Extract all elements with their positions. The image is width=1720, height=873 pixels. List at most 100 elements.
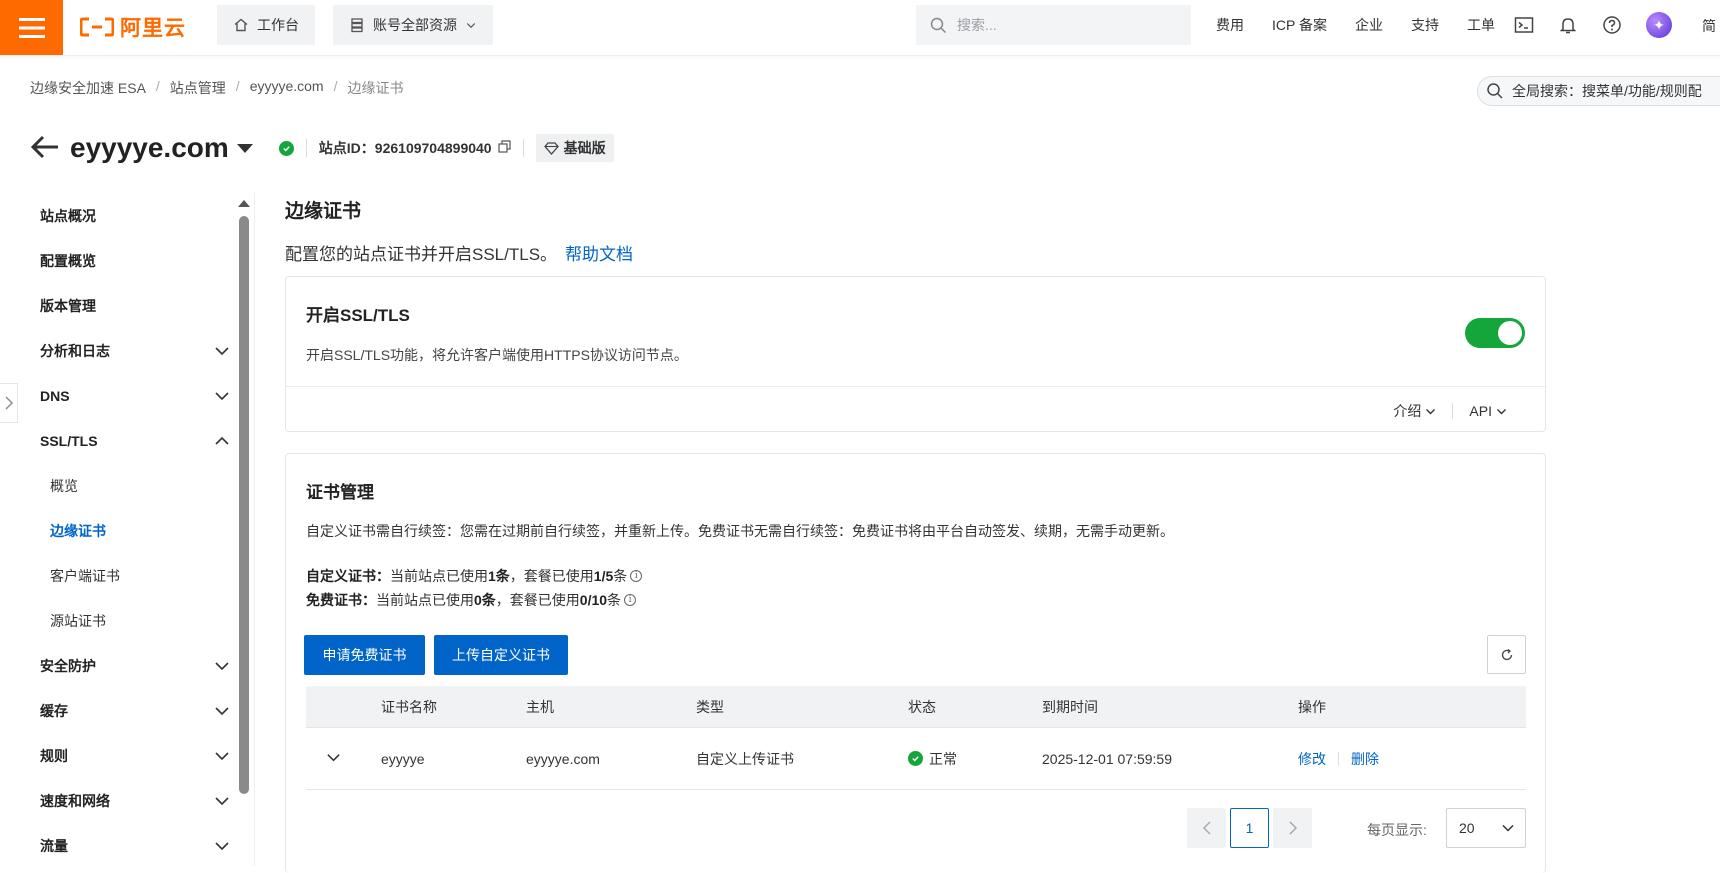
ssl-tls-card: 开启SSL/TLS 开启SSL/TLS功能，将允许客户端使用HTTPS协议访问节… [285, 276, 1546, 432]
breadcrumb-esa[interactable]: 边缘安全加速 ESA [30, 78, 146, 98]
free-cert-quota: 0/10 [579, 592, 608, 608]
chevron-down-icon [1426, 408, 1436, 414]
sidebar-item-origin-certificates[interactable]: 源站证书 [50, 609, 240, 633]
expand-row-icon[interactable] [326, 750, 341, 768]
per-page-value: 20 [1459, 820, 1475, 836]
breadcrumb-current: 边缘证书 [347, 80, 404, 96]
page-number[interactable]: 1 [1230, 808, 1269, 848]
breadcrumb-site-management[interactable]: 站点管理 [170, 78, 226, 98]
sidebar-item-label: 流量 [40, 838, 68, 854]
sidebar-item-rules[interactable]: 规则 [40, 744, 230, 768]
aliyun-logo[interactable]: 阿里云 [80, 12, 186, 42]
custom-cert-used: 1条 [488, 568, 510, 584]
top-links: 费用 ICP 备案 企业 支持 工单 [1216, 0, 1495, 50]
help-docs-link[interactable]: 帮助文档 [565, 245, 633, 264]
ticket-link[interactable]: 工单 [1467, 15, 1495, 35]
home-icon [234, 18, 248, 32]
copy-icon[interactable] [497, 140, 511, 156]
search-input[interactable]: 搜索... [916, 5, 1191, 45]
global-search-input[interactable]: 全局搜索：搜菜单/功能/规则配 [1477, 76, 1720, 106]
check-circle-icon [278, 140, 294, 156]
sidebar-item-version-management[interactable]: 版本管理 [40, 294, 230, 318]
upload-custom-cert-button[interactable]: 上传自定义证书 [434, 635, 568, 675]
certificate-table: 证书名称 主机 类型 状态 到期时间 操作 eyyyye eyyyye.com … [306, 686, 1526, 790]
back-arrow-icon[interactable] [30, 134, 60, 163]
sidebar-item-label: 概览 [50, 478, 78, 494]
sidebar-item-ssl-tls[interactable]: SSL/TLS [40, 429, 230, 453]
free-cert-used: 0条 [474, 592, 496, 608]
free-cert-text-b: ，套餐已使用 [495, 592, 580, 608]
help-icon[interactable] [1602, 15, 1622, 35]
breadcrumb-site[interactable]: eyyyye.com [250, 78, 324, 98]
custom-cert-text-a: 当前站点已使用 [390, 568, 488, 584]
menu-icon[interactable] [0, 0, 63, 55]
sidebar-item-edge-certificates[interactable]: 边缘证书 [50, 519, 240, 543]
search-placeholder: 搜索... [957, 17, 997, 33]
free-cert-usage: 免费证书： 当前站点已使用 0条 ，套餐已使用 0/10 条 i [306, 590, 637, 610]
sidebar-item-dns[interactable]: DNS [40, 384, 230, 408]
aliyun-logo-icon [80, 17, 114, 37]
intro-label: 介绍 [1393, 403, 1422, 419]
sidebar-item-label: 安全防护 [40, 658, 96, 674]
chevron-down-icon [215, 392, 229, 401]
enterprise-link[interactable]: 企业 [1355, 15, 1383, 35]
per-page-select[interactable]: 20 [1446, 808, 1526, 848]
sidebar-item-cache[interactable]: 缓存 [40, 699, 230, 723]
chevron-down-icon [1497, 408, 1506, 414]
sidebar-item-site-overview[interactable]: 站点概况 [40, 204, 230, 228]
icp-link[interactable]: ICP 备案 [1272, 15, 1327, 35]
info-icon[interactable]: i [624, 594, 637, 606]
global-search-label: 全局搜索：搜菜单/功能/规则配 [1512, 83, 1702, 99]
chevron-down-icon [215, 707, 229, 716]
cert-expiry: 2025-12-01 07:59:59 [1042, 750, 1172, 767]
fees-link[interactable]: 费用 [1216, 15, 1244, 35]
chevron-left-icon [1202, 821, 1211, 835]
cert-renewal-note: 自定义证书需自行续签：您需在过期前自行续签，并重新上传。免费证书无需自行续签：免… [306, 523, 1174, 539]
cert-status-text: 正常 [929, 750, 957, 767]
account-resources-button[interactable]: 账号全部资源 [333, 5, 493, 45]
sidebar-item-traffic[interactable]: 流量 [40, 834, 230, 858]
column-header: 状态 [908, 698, 936, 715]
sidebar: 站点概况 配置概览 版本管理 分析和日志 DNS SSL/TLS 概览 边缘证书… [0, 192, 254, 866]
api-dropdown[interactable]: API [1469, 403, 1507, 419]
caret-down-icon[interactable] [236, 143, 253, 153]
support-link[interactable]: 支持 [1411, 15, 1439, 35]
scroll-up-arrow[interactable] [238, 200, 250, 207]
sidebar-item-label: 规则 [40, 748, 68, 764]
info-icon[interactable]: i [630, 570, 643, 582]
card-divider [286, 386, 1545, 387]
avatar[interactable]: ✦ [1646, 12, 1672, 38]
sidebar-item-analytics-logs[interactable]: 分析和日志 [40, 339, 230, 363]
apply-free-cert-button[interactable]: 申请免费证书 [304, 635, 425, 675]
pagination: 1 [1187, 808, 1312, 848]
terminal-icon[interactable] [1514, 15, 1534, 35]
per-page-label: 每页显示: [1367, 822, 1427, 838]
certificate-management-card: 证书管理 自定义证书需自行续签：您需在过期前自行续签，并重新上传。免费证书无需自… [285, 453, 1546, 873]
custom-cert-usage: 自定义证书： 当前站点已使用 1条 ，套餐已使用 1/5 条 i [306, 566, 643, 586]
refresh-button[interactable] [1487, 635, 1526, 674]
intro-dropdown[interactable]: 介绍 [1393, 401, 1436, 421]
bell-icon[interactable] [1558, 15, 1578, 35]
plan-badge: 基础版 [535, 134, 614, 162]
sidebar-scrollbar[interactable] [239, 216, 249, 794]
breadcrumb: 边缘安全加速 ESA / 站点管理 / eyyyye.com / 边缘证书 [30, 78, 404, 98]
chevron-down-icon [215, 347, 229, 356]
language-switch[interactable]: 简 [1702, 16, 1716, 36]
edit-link[interactable]: 修改 [1298, 749, 1326, 769]
chevron-down-icon [1502, 824, 1514, 832]
sidebar-item-security[interactable]: 安全防护 [40, 654, 230, 678]
sidebar-item-label: 版本管理 [40, 298, 96, 314]
workbench-button[interactable]: 工作台 [217, 5, 315, 45]
site-name[interactable]: eyyyye.com [70, 132, 229, 164]
ssl-toggle[interactable] [1465, 318, 1525, 348]
sidebar-item-speed-network[interactable]: 速度和网络 [40, 789, 230, 813]
sidebar-item-config-overview[interactable]: 配置概览 [40, 249, 230, 273]
sidebar-item-label: SSL/TLS [40, 433, 98, 449]
sidebar-collapse-toggle[interactable] [0, 383, 18, 423]
next-page-button[interactable] [1273, 808, 1312, 848]
delete-link[interactable]: 删除 [1351, 749, 1379, 769]
sidebar-item-client-certificates[interactable]: 客户端证书 [50, 564, 240, 588]
prev-page-button[interactable] [1187, 808, 1226, 848]
site-id: 站点ID：926109704899040 [319, 138, 511, 158]
sidebar-item-ssl-overview[interactable]: 概览 [50, 474, 240, 498]
